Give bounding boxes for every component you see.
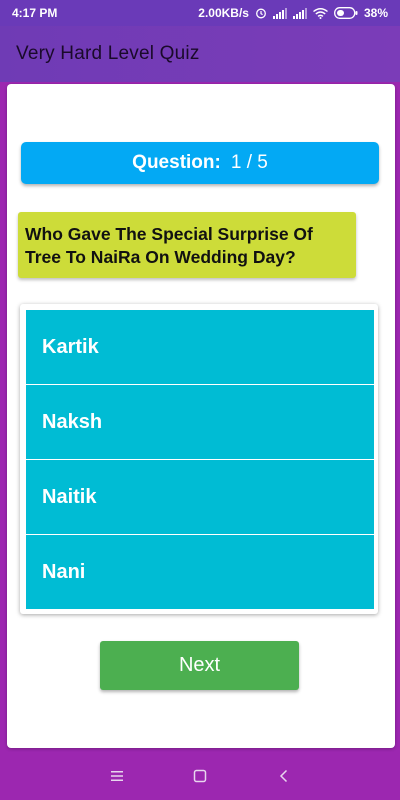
status-time: 4:17 PM (12, 6, 58, 20)
question-counter-value: 1 / 5 (230, 152, 268, 173)
alarm-icon (255, 7, 267, 19)
status-indicators: 2.00KB/s 38% (198, 6, 388, 20)
question-counter-label: Question: (132, 152, 221, 173)
app-title: Very Hard Level Quiz (16, 43, 200, 64)
network-speed: 2.00KB/s (198, 6, 249, 20)
signal-icon (272, 7, 287, 19)
status-bar: 4:17 PM 2.00KB/s 38% (0, 0, 400, 26)
quiz-content: Question: 1 / 5 Who Gave The Special Sur… (7, 84, 395, 748)
menu-icon[interactable] (105, 764, 129, 788)
wifi-icon (313, 7, 328, 19)
quiz-screen: 4:17 PM 2.00KB/s 38% Very Hard Level Qui… (0, 0, 400, 800)
signal-icon (292, 7, 307, 19)
option-button[interactable]: Naksh (26, 385, 374, 459)
option-button[interactable]: Naitik (26, 460, 374, 534)
battery-percent: 38% (363, 6, 388, 20)
question-counter: Question: 1 / 5 (21, 142, 379, 184)
options-list: Kartik Naksh Naitik Nani (20, 304, 378, 614)
back-icon[interactable] (272, 764, 296, 788)
battery-icon (334, 7, 358, 19)
option-button[interactable]: Kartik (26, 310, 374, 384)
next-button[interactable]: Next (100, 641, 299, 690)
question-text: Who Gave The Special Surprise Of Tree To… (18, 212, 356, 278)
home-icon[interactable] (188, 764, 212, 788)
navigation-bar (0, 752, 400, 800)
option-button[interactable]: Nani (26, 535, 374, 609)
app-bar: Very Hard Level Quiz (0, 26, 400, 82)
